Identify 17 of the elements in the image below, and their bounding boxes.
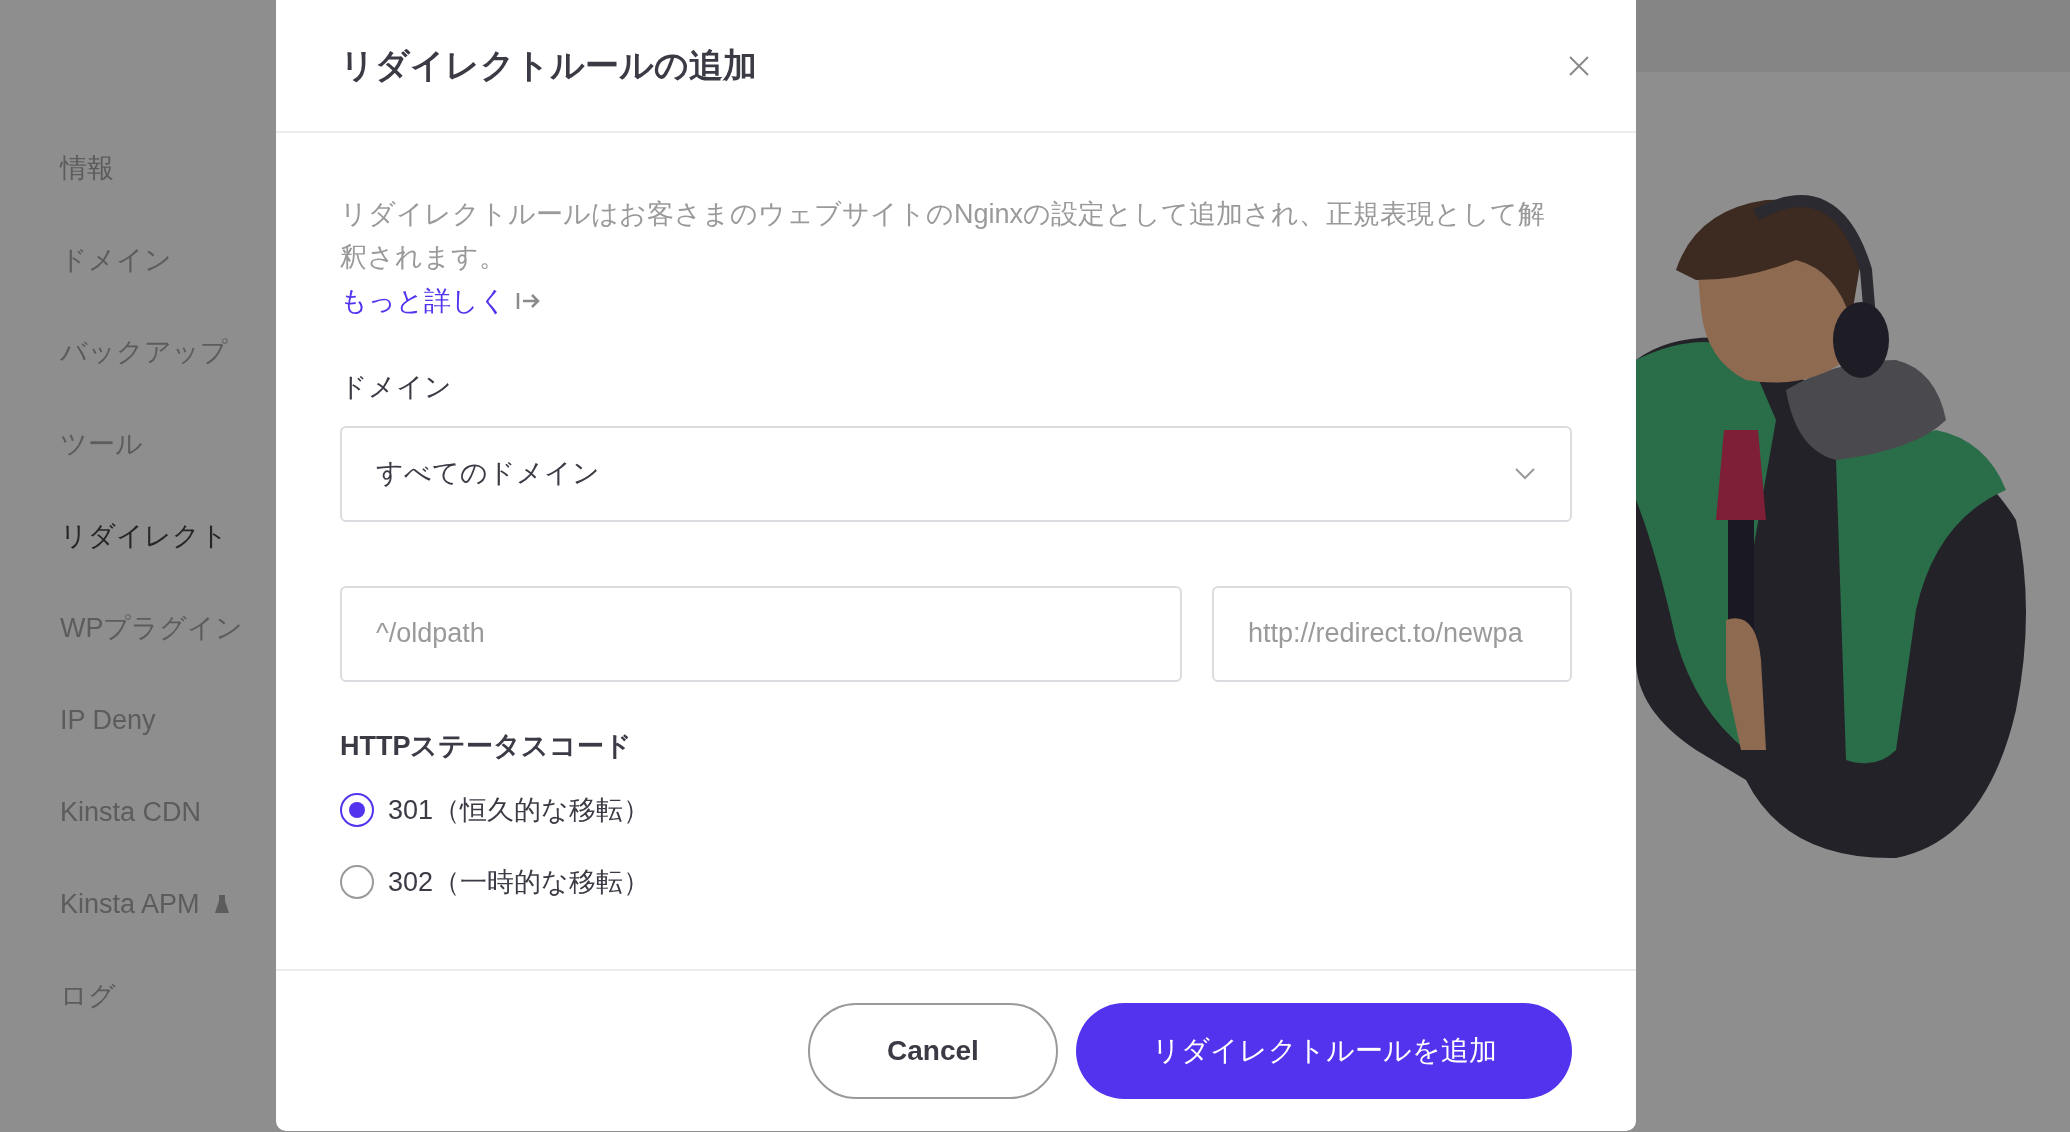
sidebar-item[interactable]: リダイレクト — [60, 515, 228, 557]
learn-more-link[interactable]: もっと詳しく — [340, 279, 507, 323]
add-rule-button[interactable]: リダイレクトルールを追加 — [1076, 1003, 1572, 1099]
external-arrow-icon — [515, 290, 541, 312]
field-label: HTTPステータスコード — [340, 729, 634, 763]
status-radio-option[interactable]: 302（一時的な移転） — [340, 846, 651, 918]
cancel-button[interactable]: Cancel — [808, 1003, 1058, 1099]
chevron-down-icon — [1514, 466, 1536, 481]
close-icon — [1568, 54, 1590, 77]
domain-select[interactable]: すべてのドメイン — [340, 425, 1572, 522]
flask-icon — [213, 894, 230, 914]
target-url-field[interactable]: http://redirect.to/newpa — [1212, 585, 1572, 682]
modal-title: リダイレクトルールの追加 — [340, 45, 757, 86]
status-radio-option[interactable]: 301（恒久的な移転） — [340, 774, 651, 846]
source-path-field[interactable]: ^/oldpath — [340, 585, 1182, 682]
description-text: リダイレクトルールはお客さまのウェブサイトのNginxの設定として追加され、正規表現として解釈されます。 — [340, 198, 1547, 274]
field-label: ドメイン — [340, 371, 453, 404]
